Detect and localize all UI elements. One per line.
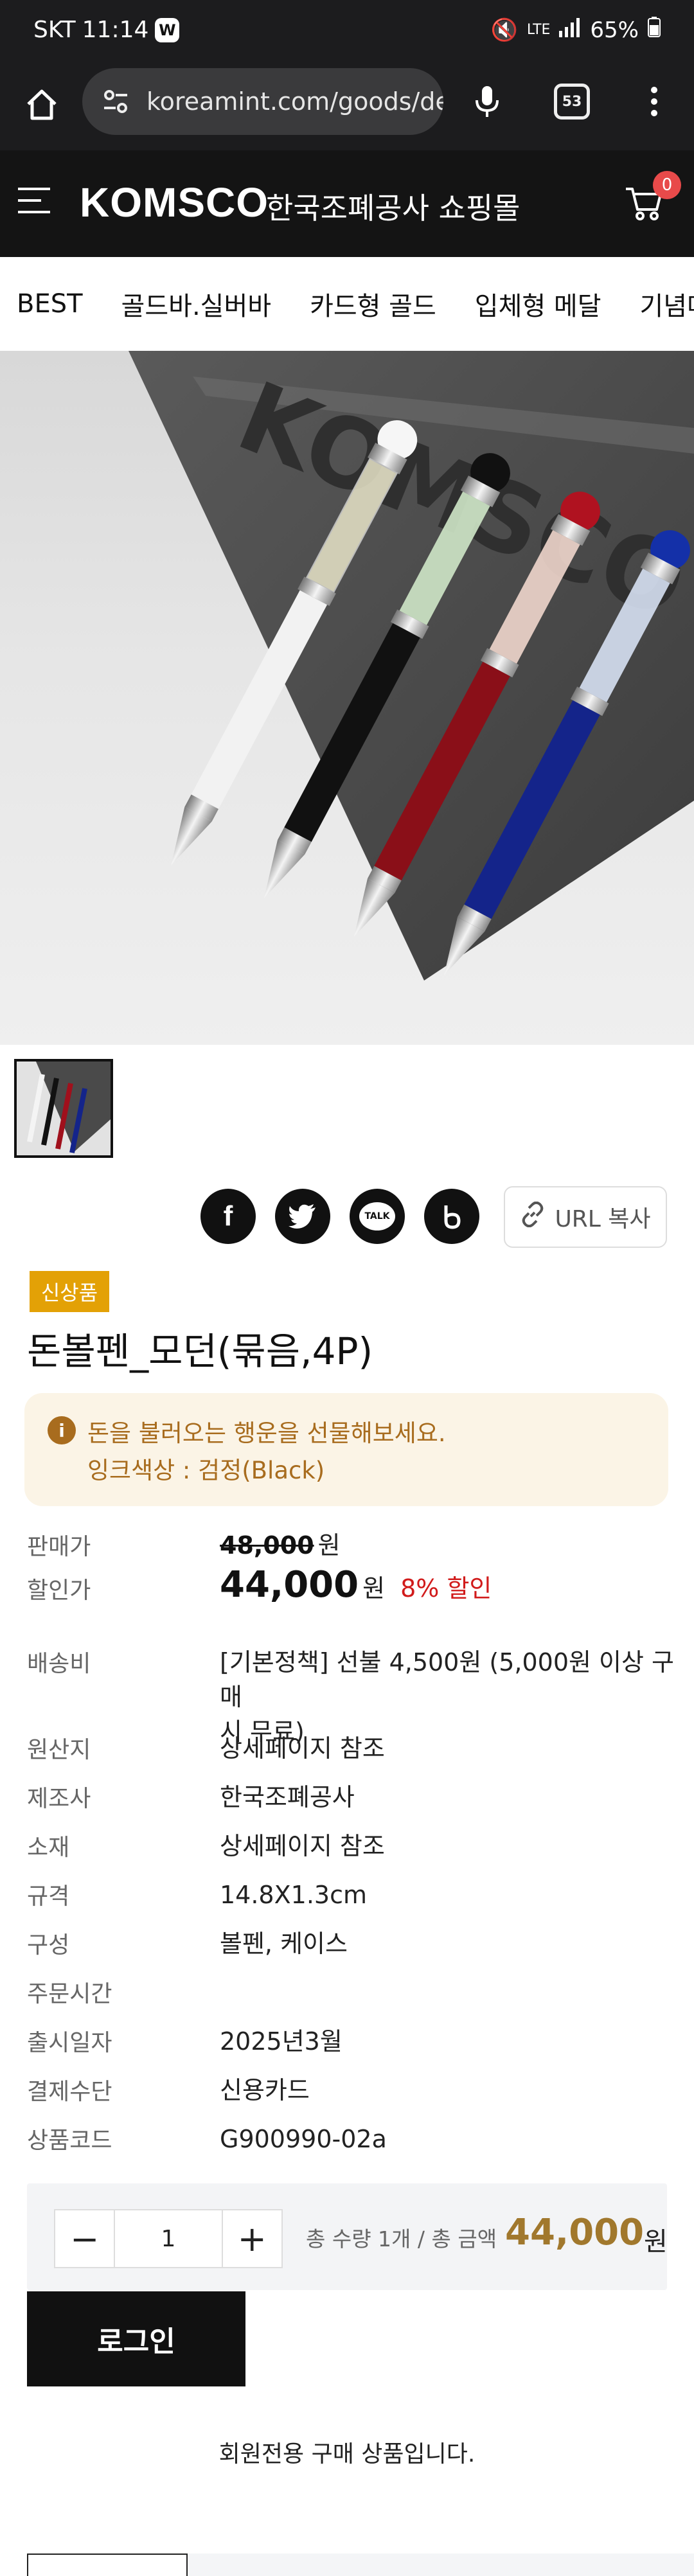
mute-icon: 🔇 bbox=[490, 17, 518, 43]
category-goldbar[interactable]: 골드바.실버바 bbox=[121, 285, 272, 323]
increase-quantity-button[interactable]: + bbox=[223, 2210, 281, 2267]
product-title: 돈볼펜_모던(묶음,4P) bbox=[27, 1329, 373, 1373]
payment-value: 신용카드 bbox=[220, 2076, 310, 2104]
status-bar: SKT 11:14 W 🔇 LTE 65% bbox=[0, 0, 694, 64]
payment-label: 결제수단 bbox=[27, 2079, 112, 2105]
maker-label: 제조사 bbox=[27, 1786, 91, 1812]
composition-value: 볼펜, 케이스 bbox=[220, 1930, 348, 1958]
site-name[interactable]: 한국조폐공사 쇼핑몰 bbox=[266, 185, 520, 227]
composition-label: 구성 bbox=[27, 1932, 70, 1959]
origin-value: 상세페이지 참조 bbox=[220, 1734, 385, 1763]
order-summary-box: − 1 + 총 수량 1개 / 총 금액 44,000 원 bbox=[27, 2183, 668, 2290]
material-label: 소재 bbox=[27, 1834, 70, 1861]
share-row: f TALK URL 복사 bbox=[0, 1186, 694, 1248]
product-main-image[interactable]: KOMSCO bbox=[0, 351, 694, 1045]
won-unit: 원 bbox=[317, 1531, 341, 1559]
kakao-label: TALK bbox=[359, 1202, 395, 1230]
kakaotalk-share-icon[interactable]: TALK bbox=[350, 1189, 405, 1244]
site-settings-icon[interactable] bbox=[102, 87, 130, 116]
home-icon[interactable] bbox=[19, 82, 64, 127]
info-icon: i bbox=[48, 1416, 76, 1444]
band-share-icon[interactable] bbox=[424, 1189, 479, 1244]
quantity-input[interactable]: 1 bbox=[114, 2210, 223, 2267]
quantity-summary: 총 수량 1개 / 총 금액 bbox=[306, 2226, 497, 2252]
site-header: KOMSCO 한국조폐공사 쇼핑몰 0 bbox=[0, 150, 694, 257]
sale-price-label: 할인가 bbox=[27, 1577, 91, 1604]
size-value: 14.8X1.3cm bbox=[220, 1881, 367, 1909]
login-button[interactable]: 로그인 bbox=[27, 2291, 245, 2386]
order-time-label: 주문시간 bbox=[27, 1981, 112, 2007]
app-notification-icon: W bbox=[155, 17, 180, 42]
status-left: SKT 11:14 W bbox=[33, 17, 180, 43]
decrease-quantity-button[interactable]: − bbox=[55, 2210, 114, 2267]
category-best[interactable]: BEST bbox=[17, 289, 83, 319]
status-right: 🔇 LTE 65% bbox=[491, 17, 661, 43]
site-logo[interactable]: KOMSCO bbox=[80, 179, 269, 226]
battery-label: 65% bbox=[590, 17, 639, 43]
signal-icon bbox=[559, 17, 581, 43]
price-value: 48,000 원 bbox=[220, 1528, 694, 1563]
browser-toolbar: koreamint.com/goods/detail 53 bbox=[0, 64, 694, 150]
hamburger-menu-icon[interactable] bbox=[18, 188, 50, 216]
product-notice: i 돈을 불러오는 행운을 선물해보세요. 잉크색상 : 검정(Black) bbox=[24, 1393, 668, 1506]
category-card-gold[interactable]: 카드형 골드 bbox=[310, 285, 436, 323]
notice-line-2: 잉크색상 : 검정(Black) bbox=[87, 1457, 325, 1484]
origin-label: 원산지 bbox=[27, 1737, 91, 1763]
more-menu-icon[interactable] bbox=[643, 82, 666, 121]
maker-value: 한국조폐공사 bbox=[220, 1783, 355, 1811]
material-value: 상세페이지 참조 bbox=[220, 1832, 385, 1860]
price-label: 판매가 bbox=[27, 1534, 91, 1560]
discount-rate: 8% 할인 bbox=[400, 1574, 492, 1603]
size-label: 규격 bbox=[27, 1883, 70, 1910]
url-copy-button[interactable]: URL 복사 bbox=[504, 1186, 667, 1248]
total-price: 44,000 bbox=[505, 2212, 645, 2253]
won-unit: 원 bbox=[362, 1574, 386, 1603]
network-label: LTE bbox=[526, 22, 551, 38]
tab-bar-background bbox=[188, 2554, 694, 2576]
sale-price-value: 44,000 원 8% 할인 bbox=[220, 1567, 694, 1606]
clock: 11:14 bbox=[82, 17, 149, 43]
shipping-line-1: [기본정책] 선불 4,500원 (5,000원 이상 구매 bbox=[220, 1648, 675, 1711]
category-commemorative[interactable]: 기념메달 bbox=[640, 285, 694, 323]
members-only-notice: 회원전용 구매 상품입니다. bbox=[218, 2441, 476, 2467]
sale-price: 44,000 bbox=[220, 1564, 359, 1606]
product-code-label: 상품코드 bbox=[27, 2127, 112, 2154]
category-medal-3d[interactable]: 입체형 메달 bbox=[475, 285, 601, 323]
detail-tab[interactable] bbox=[27, 2554, 188, 2576]
url-copy-label: URL 복사 bbox=[555, 1206, 651, 1232]
new-product-badge: 신상품 bbox=[30, 1271, 109, 1312]
carrier-label: SKT bbox=[33, 17, 76, 43]
release-value: 2025년3월 bbox=[220, 2027, 343, 2056]
notice-line-1: 돈을 불러오는 행운을 선물해보세요. bbox=[87, 1419, 446, 1447]
original-price: 48,000 bbox=[220, 1531, 314, 1559]
total-won-unit: 원 bbox=[644, 2227, 668, 2257]
link-icon bbox=[520, 1201, 546, 1233]
tab-switcher-button[interactable]: 53 bbox=[554, 84, 590, 120]
microphone-icon[interactable] bbox=[469, 84, 505, 120]
address-bar[interactable]: koreamint.com/goods/detail bbox=[82, 68, 443, 135]
address-text: koreamint.com/goods/detail bbox=[147, 87, 443, 116]
battery-icon bbox=[648, 17, 661, 43]
product-thumbnail[interactable] bbox=[14, 1059, 113, 1158]
release-label: 출시일자 bbox=[27, 2030, 112, 2056]
shipping-label: 배송비 bbox=[27, 1651, 91, 1677]
quantity-stepper: − 1 + bbox=[54, 2209, 283, 2268]
twitter-share-icon[interactable] bbox=[275, 1189, 330, 1244]
product-code-value: G900990-02a bbox=[220, 2125, 387, 2153]
facebook-share-icon[interactable]: f bbox=[200, 1189, 256, 1244]
cart-count-badge: 0 bbox=[653, 171, 681, 199]
category-nav: BEST 골드바.실버바 카드형 골드 입체형 메달 기념메달 bbox=[0, 257, 694, 351]
